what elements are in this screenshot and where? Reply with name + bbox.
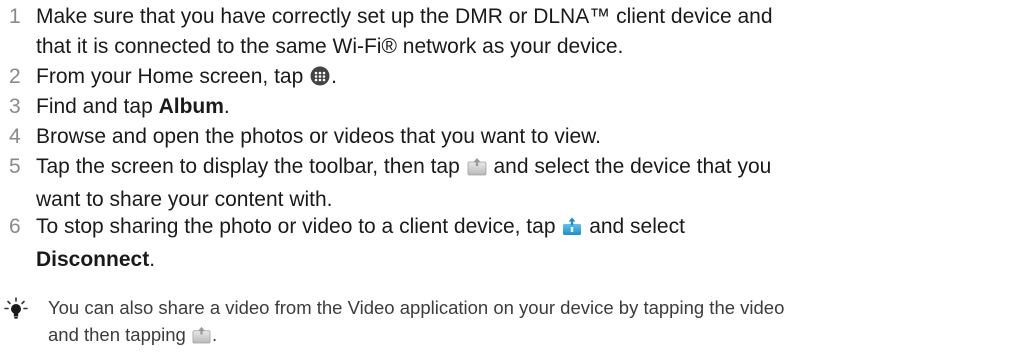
- tip-text-part: and then tapping: [48, 324, 186, 345]
- step-text-part: Tap the screen to display the toolbar, t…: [36, 155, 460, 178]
- tip-text: You can also share a video from the Vide…: [48, 294, 1023, 351]
- step-number: 3: [9, 95, 21, 118]
- step-text-part: .: [149, 248, 156, 271]
- step-text-part: and select: [589, 215, 685, 238]
- step-text-line: Make sure that you have correctly set up…: [36, 5, 773, 28]
- step-number: 2: [9, 65, 21, 88]
- step-text: Find and tap Album.: [36, 92, 1011, 122]
- throw-icon: [467, 155, 487, 185]
- step-text-part: .: [331, 65, 337, 88]
- disconnect-label: Disconnect: [36, 248, 150, 271]
- step-number: 5: [9, 155, 21, 178]
- step-text-line: want to share your content with.: [36, 188, 333, 211]
- step-text: Tap the screen to display the toolbar, t…: [36, 152, 1011, 215]
- apps-grid-icon: [310, 65, 330, 95]
- step-text: Browse and open the photos or videos tha…: [36, 125, 602, 148]
- step-text: To stop sharing the photo or video to a …: [36, 212, 1011, 275]
- step-number: 1: [9, 5, 21, 28]
- lightbulb-tip-icon: [4, 297, 28, 326]
- step-text: From your Home screen, tap .: [36, 62, 1011, 95]
- album-label: Album: [158, 95, 224, 118]
- throw-icon: [192, 324, 211, 351]
- step-text-part: Find and tap: [36, 95, 159, 118]
- step-number: 6: [9, 215, 21, 238]
- step-text-part: To stop sharing the photo or video to a …: [36, 215, 556, 238]
- step-text-part: .: [223, 95, 230, 118]
- step-text-part: and select the device that you: [493, 155, 772, 178]
- step-text-line: that it is connected to the same Wi-Fi® …: [36, 35, 624, 58]
- throw-active-icon: [562, 215, 582, 245]
- step-text: Make sure that you have correctly set up…: [36, 2, 1011, 62]
- tip-text-part: .: [212, 324, 218, 345]
- step-number: 4: [9, 125, 21, 148]
- step-text-part: From your Home screen, tap: [36, 65, 304, 88]
- tip-text-line: You can also share a video from the Vide…: [48, 297, 785, 318]
